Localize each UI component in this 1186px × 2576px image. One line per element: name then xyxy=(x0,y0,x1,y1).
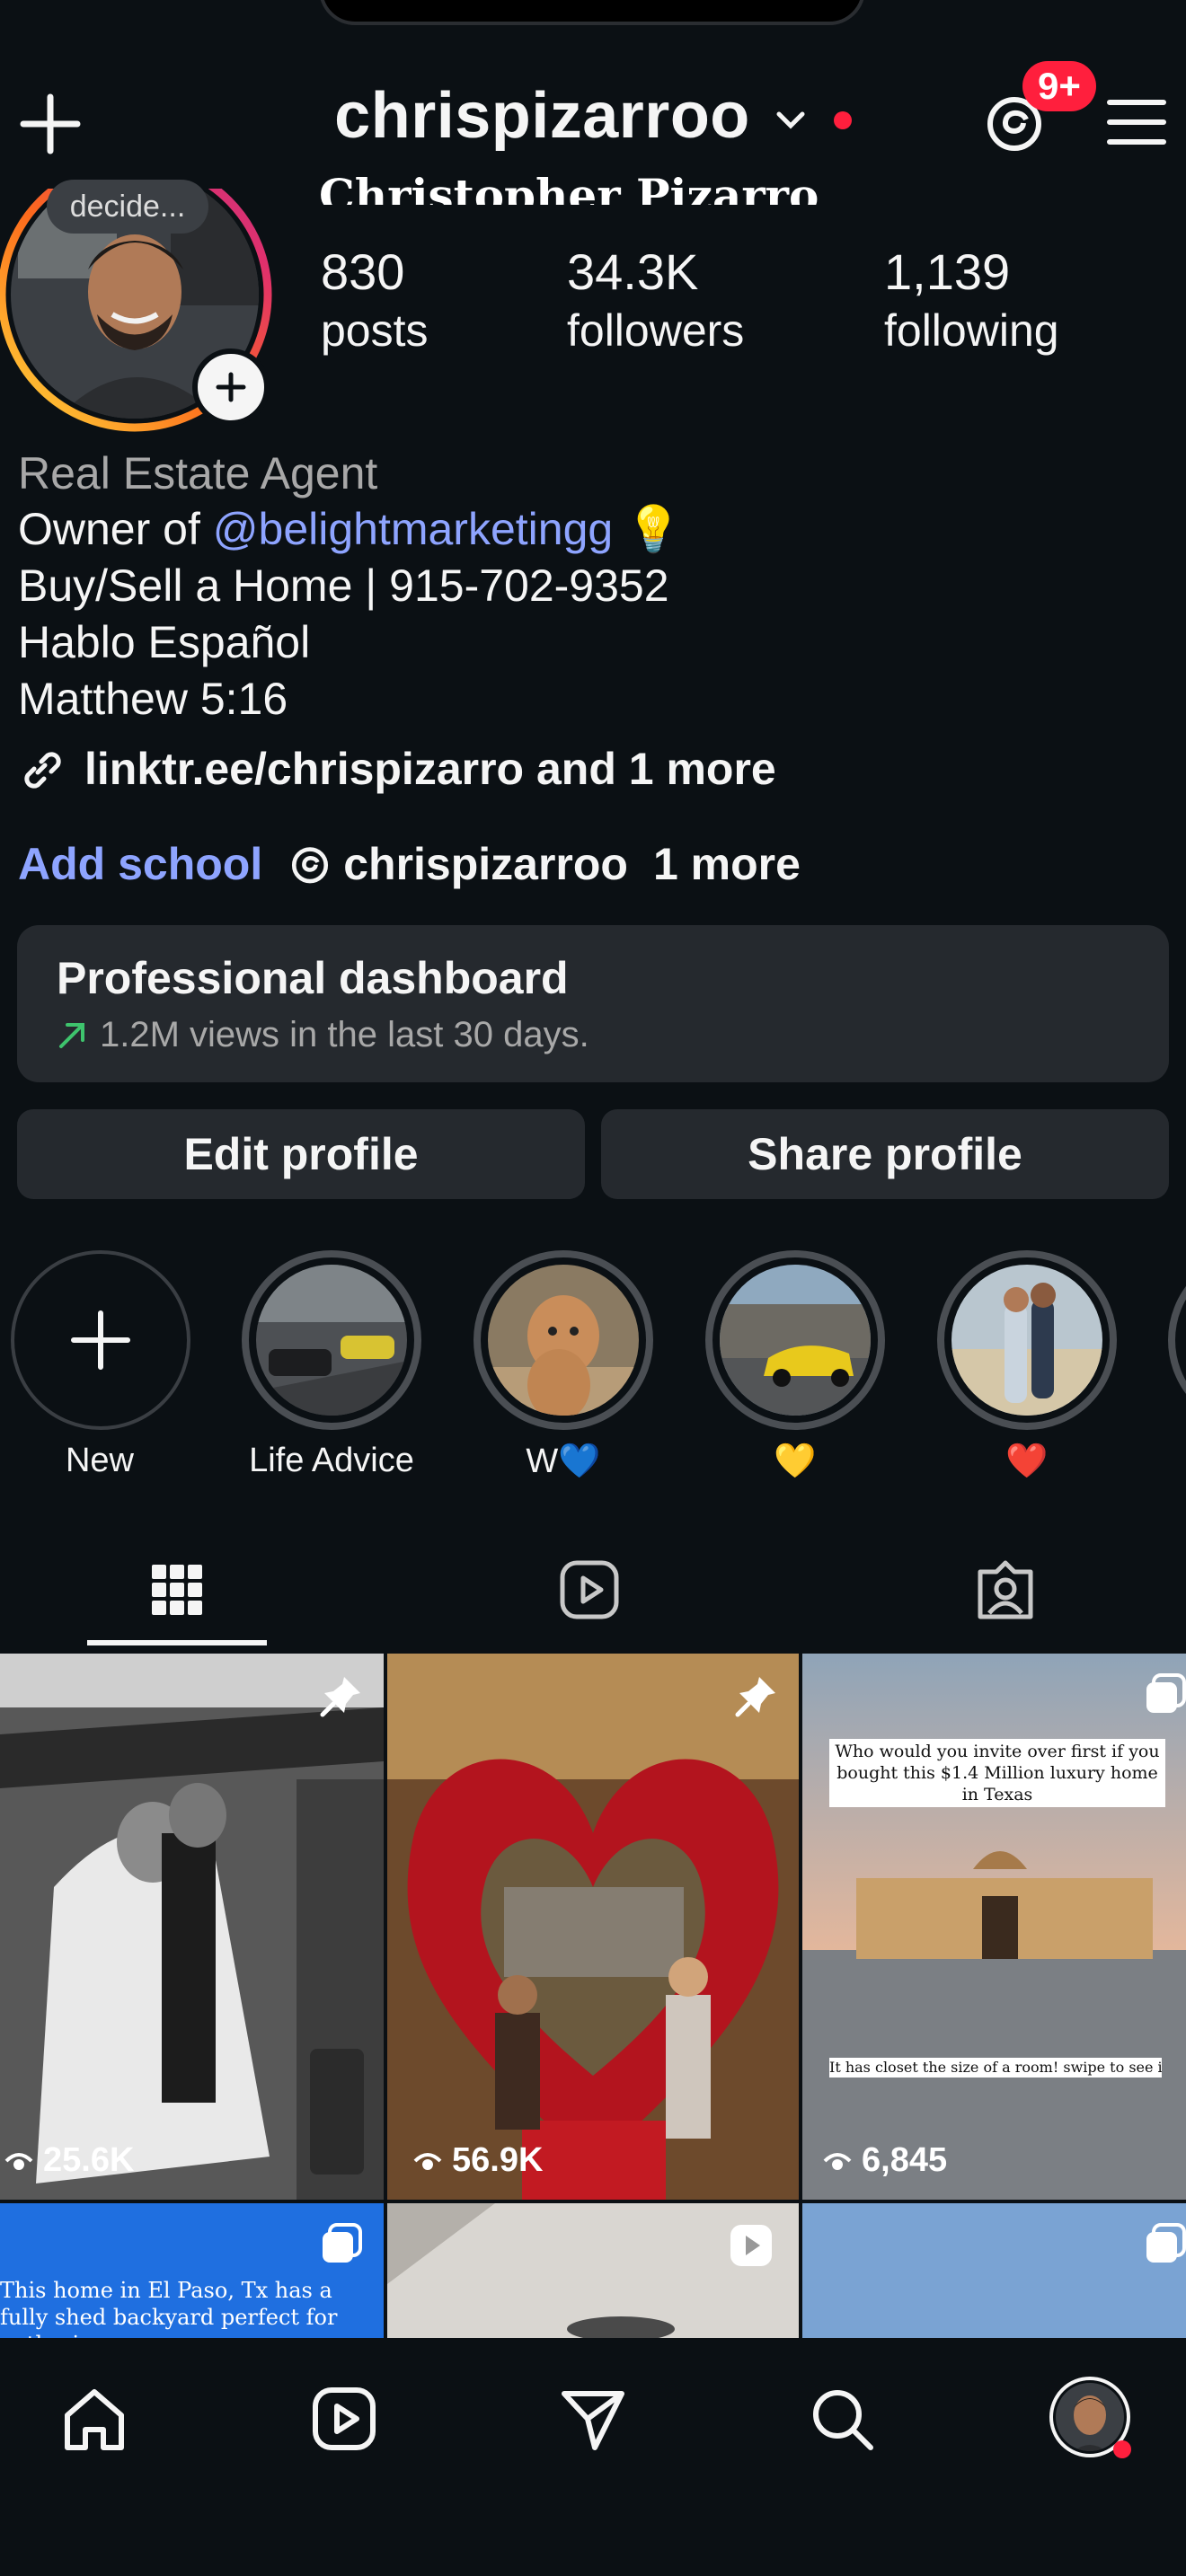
reels-icon xyxy=(313,2387,376,2450)
pinned-icon xyxy=(320,1677,360,1717)
highlight-label: 💛 xyxy=(774,1442,817,1480)
tab-tagged[interactable] xyxy=(916,1554,1095,1626)
search-icon xyxy=(813,2390,873,2450)
threads-icon xyxy=(292,847,329,884)
lightbulb-emoji: 💡 xyxy=(625,504,682,554)
carousel-icon xyxy=(1146,1673,1186,1713)
tab-grid[interactable] xyxy=(87,1554,267,1626)
bottom-nav-bar xyxy=(0,2338,1186,2576)
bio-line: Hablo Español xyxy=(18,617,311,667)
add-school-link[interactable]: Add school xyxy=(18,838,262,890)
post-caption-overlay: This home in El Paso, Tx has a fully she… xyxy=(0,2278,338,2338)
note-bubble[interactable]: decide... xyxy=(47,180,208,234)
carousel-icon xyxy=(323,2223,362,2263)
external-link-row[interactable]: linktr.ee/chrispizarro and 1 more xyxy=(16,743,776,795)
category-label: Real Estate Agent xyxy=(18,448,378,498)
dynamic-island xyxy=(319,0,865,25)
grid-icon xyxy=(152,1565,202,1615)
highlight-life-advice[interactable] xyxy=(242,1250,421,1434)
eye-icon xyxy=(823,2152,852,2170)
trend-up-arrow-icon xyxy=(59,1022,84,1048)
highlight-label: ❤️ xyxy=(1005,1442,1049,1480)
tab-reels[interactable] xyxy=(500,1554,679,1626)
dashboard-subtitle: 1.2M views in the last 30 days. xyxy=(100,1015,589,1054)
grid-post[interactable] xyxy=(802,2203,1186,2338)
highlight-label: Life Advice xyxy=(249,1442,414,1479)
grid-post[interactable]: 25.6K xyxy=(0,1654,384,2200)
post-caption-overlay: It has closet the size of a room! swipe … xyxy=(829,2058,1162,2078)
grid-post[interactable]: Who would you invite over first if you b… xyxy=(802,1654,1186,2200)
post-caption-overlay: Who would you invite over first if you b… xyxy=(829,1739,1165,1807)
reels-tab[interactable] xyxy=(299,2374,389,2464)
eye-icon xyxy=(413,2152,442,2170)
new-highlight-button[interactable] xyxy=(11,1250,190,1430)
grid-post[interactable]: 56.9K xyxy=(387,1654,799,2200)
view-count: 25.6K xyxy=(4,2141,134,2180)
username: chrispizarroo xyxy=(334,80,750,152)
threads-profile-link[interactable]: chrispizarroo xyxy=(289,838,628,890)
chevron-down-icon xyxy=(776,111,805,129)
view-count: 56.9K xyxy=(412,2141,543,2180)
home-icon xyxy=(65,2389,124,2450)
search-tab[interactable] xyxy=(797,2374,887,2464)
link-icon xyxy=(24,752,61,789)
display-name: Christopher Pizarro xyxy=(319,169,819,205)
highlight-label: W💙 xyxy=(526,1442,601,1480)
pinned-icon xyxy=(735,1677,775,1717)
highlight-yellow-heart[interactable] xyxy=(705,1250,885,1434)
unread-dot xyxy=(833,110,852,129)
eye-icon xyxy=(4,2152,33,2170)
profile-tab-avatar[interactable] xyxy=(1047,2374,1137,2464)
carousel-icon xyxy=(1146,2223,1186,2263)
share-profile-button[interactable]: Share profile xyxy=(601,1109,1169,1199)
stat-followers[interactable]: 34.3K followers xyxy=(567,243,744,357)
stat-posts[interactable]: 830 posts xyxy=(321,243,429,357)
reel-icon xyxy=(730,2225,772,2266)
highlight-partial[interactable] xyxy=(1168,1250,1186,1430)
link-text: linktr.ee/chrispizarro and 1 more xyxy=(84,744,776,794)
home-tab[interactable] xyxy=(49,2374,139,2464)
stat-following[interactable]: 1,139 following xyxy=(884,243,1059,357)
tagged-icon xyxy=(978,1560,1033,1619)
bio-owner-line: Owner of @belightmarketingg 💡 xyxy=(18,504,682,554)
bio-line: Matthew 5:16 xyxy=(18,674,288,724)
active-tab-indicator xyxy=(87,1640,267,1645)
links-row: Add school chrispizarroo 1 more xyxy=(18,838,801,890)
professional-dashboard-card[interactable]: Professional dashboard 1.2M views in the… xyxy=(17,925,1169,1082)
edit-profile-button[interactable]: Edit profile xyxy=(17,1109,585,1199)
grid-post[interactable] xyxy=(387,2203,799,2338)
menu-icon[interactable] xyxy=(1101,88,1173,156)
bio-line: Buy/Sell a Home | 915-702-9352 xyxy=(18,560,669,611)
highlight-w[interactable] xyxy=(474,1250,653,1434)
reels-icon xyxy=(560,1560,619,1619)
highlight-red-heart[interactable] xyxy=(937,1250,1117,1434)
add-story-icon[interactable] xyxy=(192,348,270,426)
messages-tab[interactable] xyxy=(548,2374,638,2464)
highlight-label: New xyxy=(65,1442,135,1479)
grid-post[interactable]: This home in El Paso, Tx has a fully she… xyxy=(0,2203,384,2338)
more-links[interactable]: 1 more xyxy=(653,838,801,890)
dashboard-title: Professional dashboard xyxy=(57,953,569,1003)
notification-badge: 9+ xyxy=(1022,61,1096,111)
view-count: 6,845 xyxy=(822,2141,947,2180)
bio-mention-link[interactable]: @belightmarketingg xyxy=(213,504,613,554)
messages-icon xyxy=(562,2391,624,2450)
dashboard-subtitle-row: 1.2M views in the last 30 days. xyxy=(57,1015,589,1055)
plus-icon xyxy=(71,1310,130,1370)
